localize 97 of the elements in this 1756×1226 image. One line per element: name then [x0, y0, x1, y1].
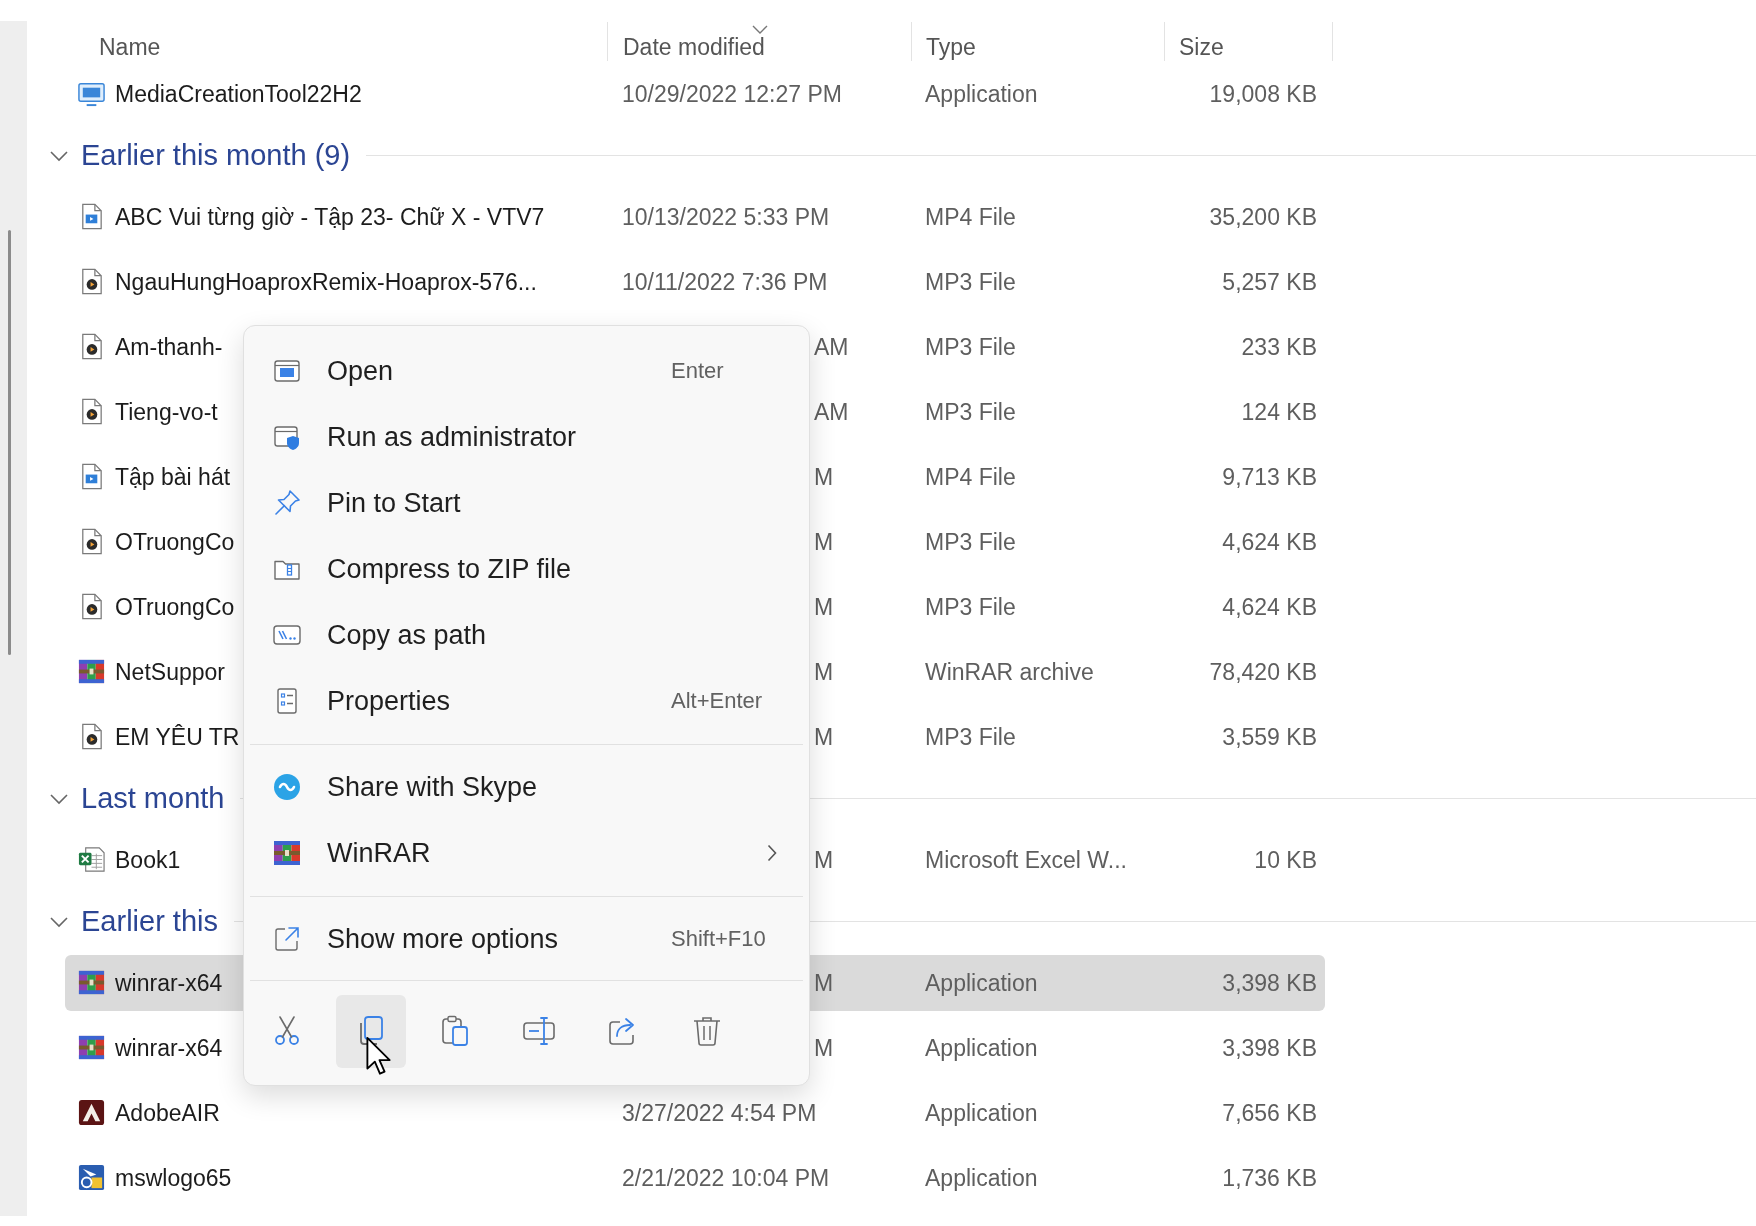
menu-item[interactable]: Compress to ZIP file	[244, 536, 809, 602]
pointer-cursor-icon	[366, 1035, 392, 1078]
chevron-right-icon	[767, 844, 777, 862]
type-text: MP3 File	[925, 723, 1016, 750]
type-text: Application	[925, 80, 1038, 107]
stacked-books-icon	[77, 657, 106, 686]
file-name[interactable]: mswlogo65	[115, 1163, 232, 1192]
date-text: M	[814, 969, 834, 996]
file-name[interactable]: NetSuppor	[115, 657, 225, 686]
size-text: 3,559 KB	[1222, 723, 1317, 750]
file-name[interactable]: AdobeAIR	[115, 1098, 220, 1127]
date-text: 10/13/2022 5:33 PM	[622, 203, 830, 230]
size-text: 4,624 KB	[1222, 528, 1317, 555]
size-text: 4,624 KB	[1222, 593, 1317, 620]
date-text: 10/11/2022 7:36 PM	[622, 268, 828, 295]
type-text: Application	[925, 1164, 1038, 1191]
type-text: MP3 File	[925, 593, 1016, 620]
file-name[interactable]: OTruongCo	[115, 527, 235, 556]
size-text: 5,257 KB	[1222, 268, 1317, 295]
file-name[interactable]: winrar-x64	[115, 968, 223, 997]
app-icon	[77, 1163, 106, 1192]
size-text: 19,008 KB	[1209, 80, 1317, 107]
type-text: MP3 File	[925, 528, 1016, 555]
shortcut-text: Alt+Enter	[671, 688, 763, 714]
chevron-down-icon	[49, 791, 69, 805]
date-text: M	[814, 528, 834, 555]
size-text: 10 KB	[1254, 846, 1317, 873]
type-text: Microsoft Excel W...	[925, 846, 1127, 873]
date-text: M	[814, 593, 834, 620]
external-arrow-icon	[272, 924, 302, 954]
column-header[interactable]: Size	[1164, 22, 1333, 61]
menu-item[interactable]: Open Enter	[244, 338, 809, 404]
circle-logo-icon	[272, 772, 302, 802]
spreadsheet-file-icon	[77, 845, 106, 874]
pin-icon	[272, 488, 302, 518]
type-text: MP3 File	[925, 398, 1016, 425]
size-text: 1,736 KB	[1222, 1164, 1317, 1191]
file-name[interactable]: Book1	[115, 845, 181, 874]
size-text: 9,713 KB	[1222, 463, 1317, 490]
stacked-books-icon	[77, 968, 106, 997]
menu-item[interactable]: Pin to Start	[244, 470, 809, 536]
size-text: 7,656 KB	[1222, 1099, 1317, 1126]
file-name[interactable]: Am-thanh-	[115, 332, 223, 361]
menu-item[interactable]: Properties Alt+Enter	[244, 668, 809, 734]
type-text: Application	[925, 969, 1038, 996]
menu-item[interactable]: Show more options Shift+F10	[244, 906, 809, 972]
type-text: MP4 File	[925, 203, 1016, 230]
size-text: 78,420 KB	[1209, 658, 1317, 685]
type-text: MP3 File	[925, 268, 1016, 295]
type-text: Application	[925, 1034, 1038, 1061]
date-text: M	[814, 723, 834, 750]
size-text: 3,398 KB	[1222, 1034, 1317, 1061]
menu-item[interactable]: WinRAR	[244, 820, 809, 886]
type-text: MP4 File	[925, 463, 1016, 490]
file-name[interactable]: NgauHungHoaproxRemix-Hoaprox-576...	[115, 267, 537, 296]
file-name[interactable]: ABC Vui từng giờ - Tập 23- Chữ X - VTV7	[115, 202, 545, 231]
shortcut-text: Shift+F10	[671, 926, 766, 952]
column-header[interactable]: Type	[911, 22, 1164, 61]
menu-item[interactable]: Copy as path	[244, 602, 809, 668]
chevron-down-icon	[49, 914, 69, 928]
size-text: 233 KB	[1241, 333, 1317, 360]
size-text: 124 KB	[1241, 398, 1317, 425]
scrollbar-thumb[interactable]	[8, 230, 11, 655]
group-header[interactable]: Earlier this	[49, 904, 218, 938]
group-header[interactable]: Earlier this month (9)	[49, 138, 351, 172]
menu-item[interactable]: Share with Skype	[244, 754, 809, 820]
date-text: 10/29/2022 12:27 PM	[622, 80, 842, 107]
date-text: M	[814, 846, 834, 873]
type-text: Application	[925, 1099, 1038, 1126]
app-icon	[77, 1098, 106, 1127]
date-text: M	[814, 463, 834, 490]
chevron-down-icon	[751, 25, 768, 34]
file-name[interactable]: MediaCreationTool22H2	[115, 79, 362, 108]
file-name[interactable]: OTruongCo	[115, 592, 235, 621]
date-text: AM	[814, 398, 849, 425]
menu-item[interactable]: Run as administrator	[244, 404, 809, 470]
file-name[interactable]: Tieng-vo-t	[115, 397, 218, 426]
chevron-down-icon	[49, 148, 69, 162]
column-header[interactable]: Name	[65, 22, 607, 61]
type-text: MP3 File	[925, 333, 1016, 360]
file-name[interactable]: Tập bài hát	[115, 462, 231, 491]
date-text: 3/27/2022 4:54 PM	[622, 1099, 817, 1126]
size-text: 3,398 KB	[1222, 969, 1317, 996]
shortcut-text: Enter	[671, 358, 724, 384]
date-text: M	[814, 1034, 834, 1061]
rename-icon	[522, 1014, 556, 1048]
type-text: WinRAR archive	[925, 658, 1094, 685]
file-name[interactable]: winrar-x64	[115, 1033, 223, 1062]
column-header[interactable]: Date modified	[607, 22, 911, 61]
stacked-books-icon	[77, 1033, 106, 1062]
stacked-books-icon	[272, 838, 302, 868]
file-name[interactable]: EM YÊU TR	[115, 722, 240, 751]
date-text: 2/21/2022 10:04 PM	[622, 1164, 830, 1191]
size-text: 35,200 KB	[1209, 203, 1317, 230]
date-text: AM	[814, 333, 849, 360]
date-text: M	[814, 658, 834, 685]
group-header[interactable]: Last month	[49, 781, 225, 815]
